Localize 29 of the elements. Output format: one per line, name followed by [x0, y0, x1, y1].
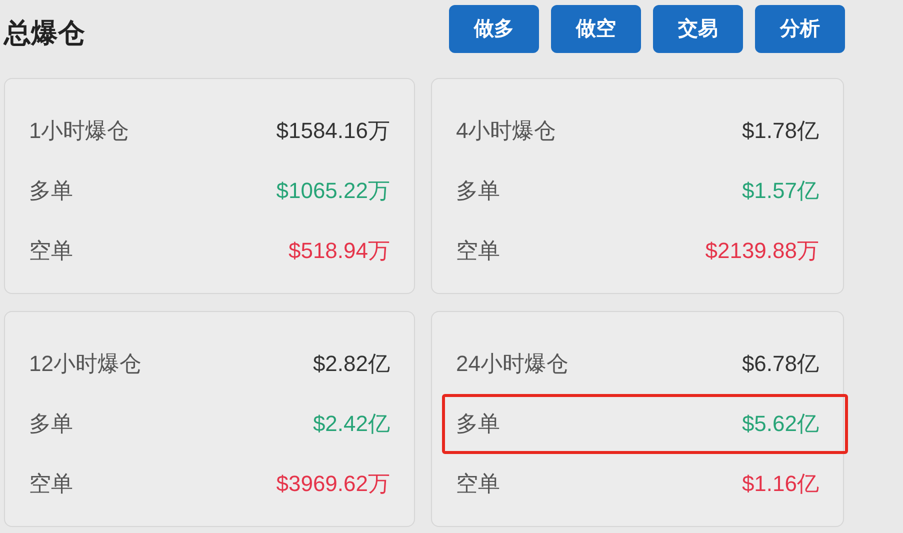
- row-label: 多单: [456, 410, 500, 438]
- row-value: $518.94万: [288, 236, 390, 264]
- row-value: $3969.62万: [276, 470, 390, 498]
- row-label: 1小时爆仓: [29, 116, 130, 144]
- row-value: $1584.16万: [276, 116, 390, 144]
- row-label: 空单: [29, 236, 73, 264]
- row-value: $5.62亿: [742, 410, 819, 438]
- action-button[interactable]: 做空: [551, 5, 641, 53]
- row-value: $2.82亿: [312, 350, 390, 378]
- action-button[interactable]: 分析: [755, 5, 845, 53]
- row-label: 多单: [29, 410, 73, 438]
- row-label: 多单: [456, 176, 500, 204]
- action-button[interactable]: 交易: [653, 5, 743, 53]
- row-value: $1.57亿: [742, 176, 819, 204]
- row-label: 空单: [456, 470, 500, 498]
- row-label: 多单: [29, 176, 73, 204]
- row-label: 4小时爆仓: [456, 116, 556, 144]
- row-label: 空单: [29, 470, 73, 498]
- row-value: $1.78亿: [742, 116, 819, 144]
- row-value: $1065.22万: [276, 176, 390, 204]
- row-value: $6.78亿: [742, 350, 819, 378]
- action-button[interactable]: 做多: [449, 5, 539, 53]
- page-title: 总爆仓: [4, 17, 85, 50]
- row-value: $1.16亿: [742, 470, 819, 498]
- row-label: 12小时爆仓: [29, 350, 142, 378]
- row-label: 24小时爆仓: [456, 350, 568, 378]
- row-value: $2.42亿: [312, 410, 390, 438]
- row-label: 空单: [456, 236, 500, 264]
- row-value: $2139.88万: [705, 236, 819, 264]
